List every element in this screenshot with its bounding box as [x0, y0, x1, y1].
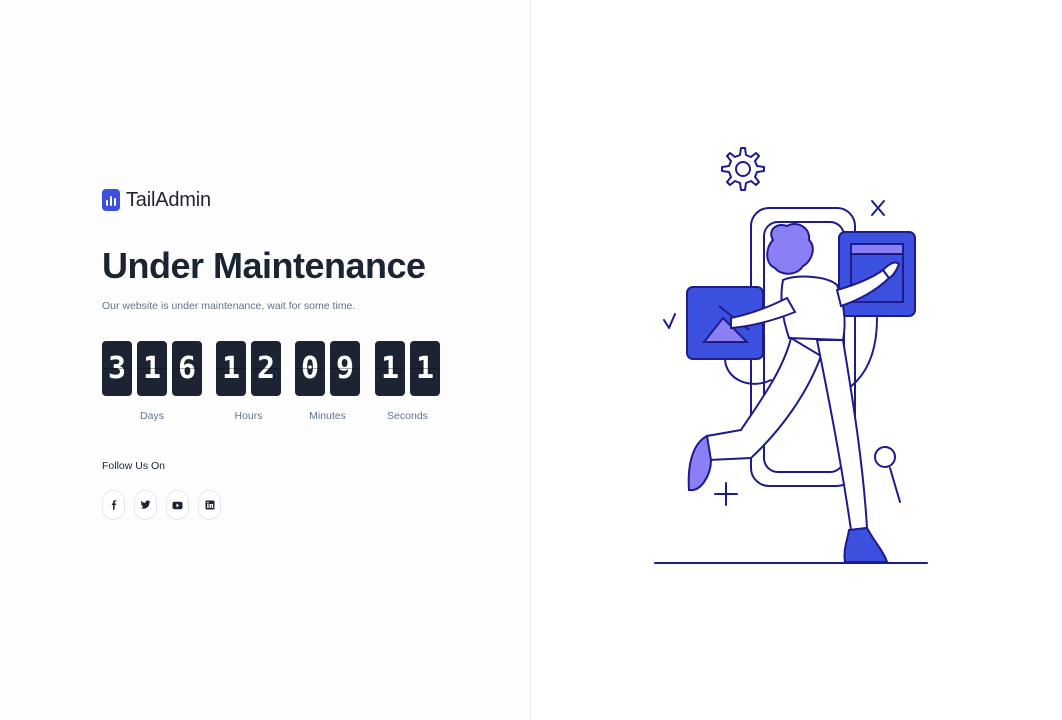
countdown-hours: 1 2 Hours	[216, 341, 281, 422]
countdown-digit: 6	[172, 341, 202, 396]
follow-heading: Follow Us On	[102, 460, 166, 472]
twitter-link[interactable]	[134, 490, 157, 520]
youtube-link[interactable]	[166, 490, 189, 520]
countdown-seconds: 1 1 Seconds	[375, 341, 440, 422]
countdown-label-seconds: Seconds	[387, 410, 428, 422]
countdown-label-hours: Hours	[234, 410, 263, 422]
countdown-digit: 0	[295, 341, 325, 396]
youtube-icon	[172, 501, 183, 509]
countdown-digit: 3	[102, 341, 132, 396]
facebook-icon	[111, 500, 116, 510]
maintenance-person-illustration	[654, 147, 928, 564]
countdown-digit: 1	[410, 341, 440, 396]
right-pane	[531, 0, 1062, 720]
countdown-days: 3 1 6 Days	[102, 341, 202, 422]
left-pane: TailAdmin Under Maintenance Our website …	[0, 0, 531, 720]
countdown-minutes: 0 9 Minutes	[295, 341, 360, 422]
countdown-label-days: Days	[140, 410, 164, 422]
page-title: Under Maintenance	[102, 245, 426, 286]
countdown-digit: 2	[251, 341, 281, 396]
linkedin-icon	[205, 500, 214, 510]
countdown-timer: 3 1 6 Days 1 2 Hours 0 9 Minutes 1 1 Sec…	[102, 341, 522, 422]
countdown-digit: 9	[330, 341, 360, 396]
facebook-link[interactable]	[102, 490, 125, 520]
page-subtitle: Our website is under maintenance, wait f…	[102, 300, 356, 312]
tailadmin-logo-icon	[102, 189, 120, 211]
brand-logo[interactable]: TailAdmin	[102, 186, 522, 214]
twitter-icon	[140, 500, 151, 509]
brand-name: TailAdmin	[126, 188, 211, 211]
countdown-digit: 1	[137, 341, 167, 396]
maintenance-content: TailAdmin Under Maintenance Our website …	[102, 186, 522, 520]
countdown-label-minutes: Minutes	[309, 410, 346, 422]
linkedin-link[interactable]	[198, 490, 221, 520]
countdown-digit: 1	[375, 341, 405, 396]
social-links	[102, 490, 522, 520]
countdown-digit: 1	[216, 341, 246, 396]
